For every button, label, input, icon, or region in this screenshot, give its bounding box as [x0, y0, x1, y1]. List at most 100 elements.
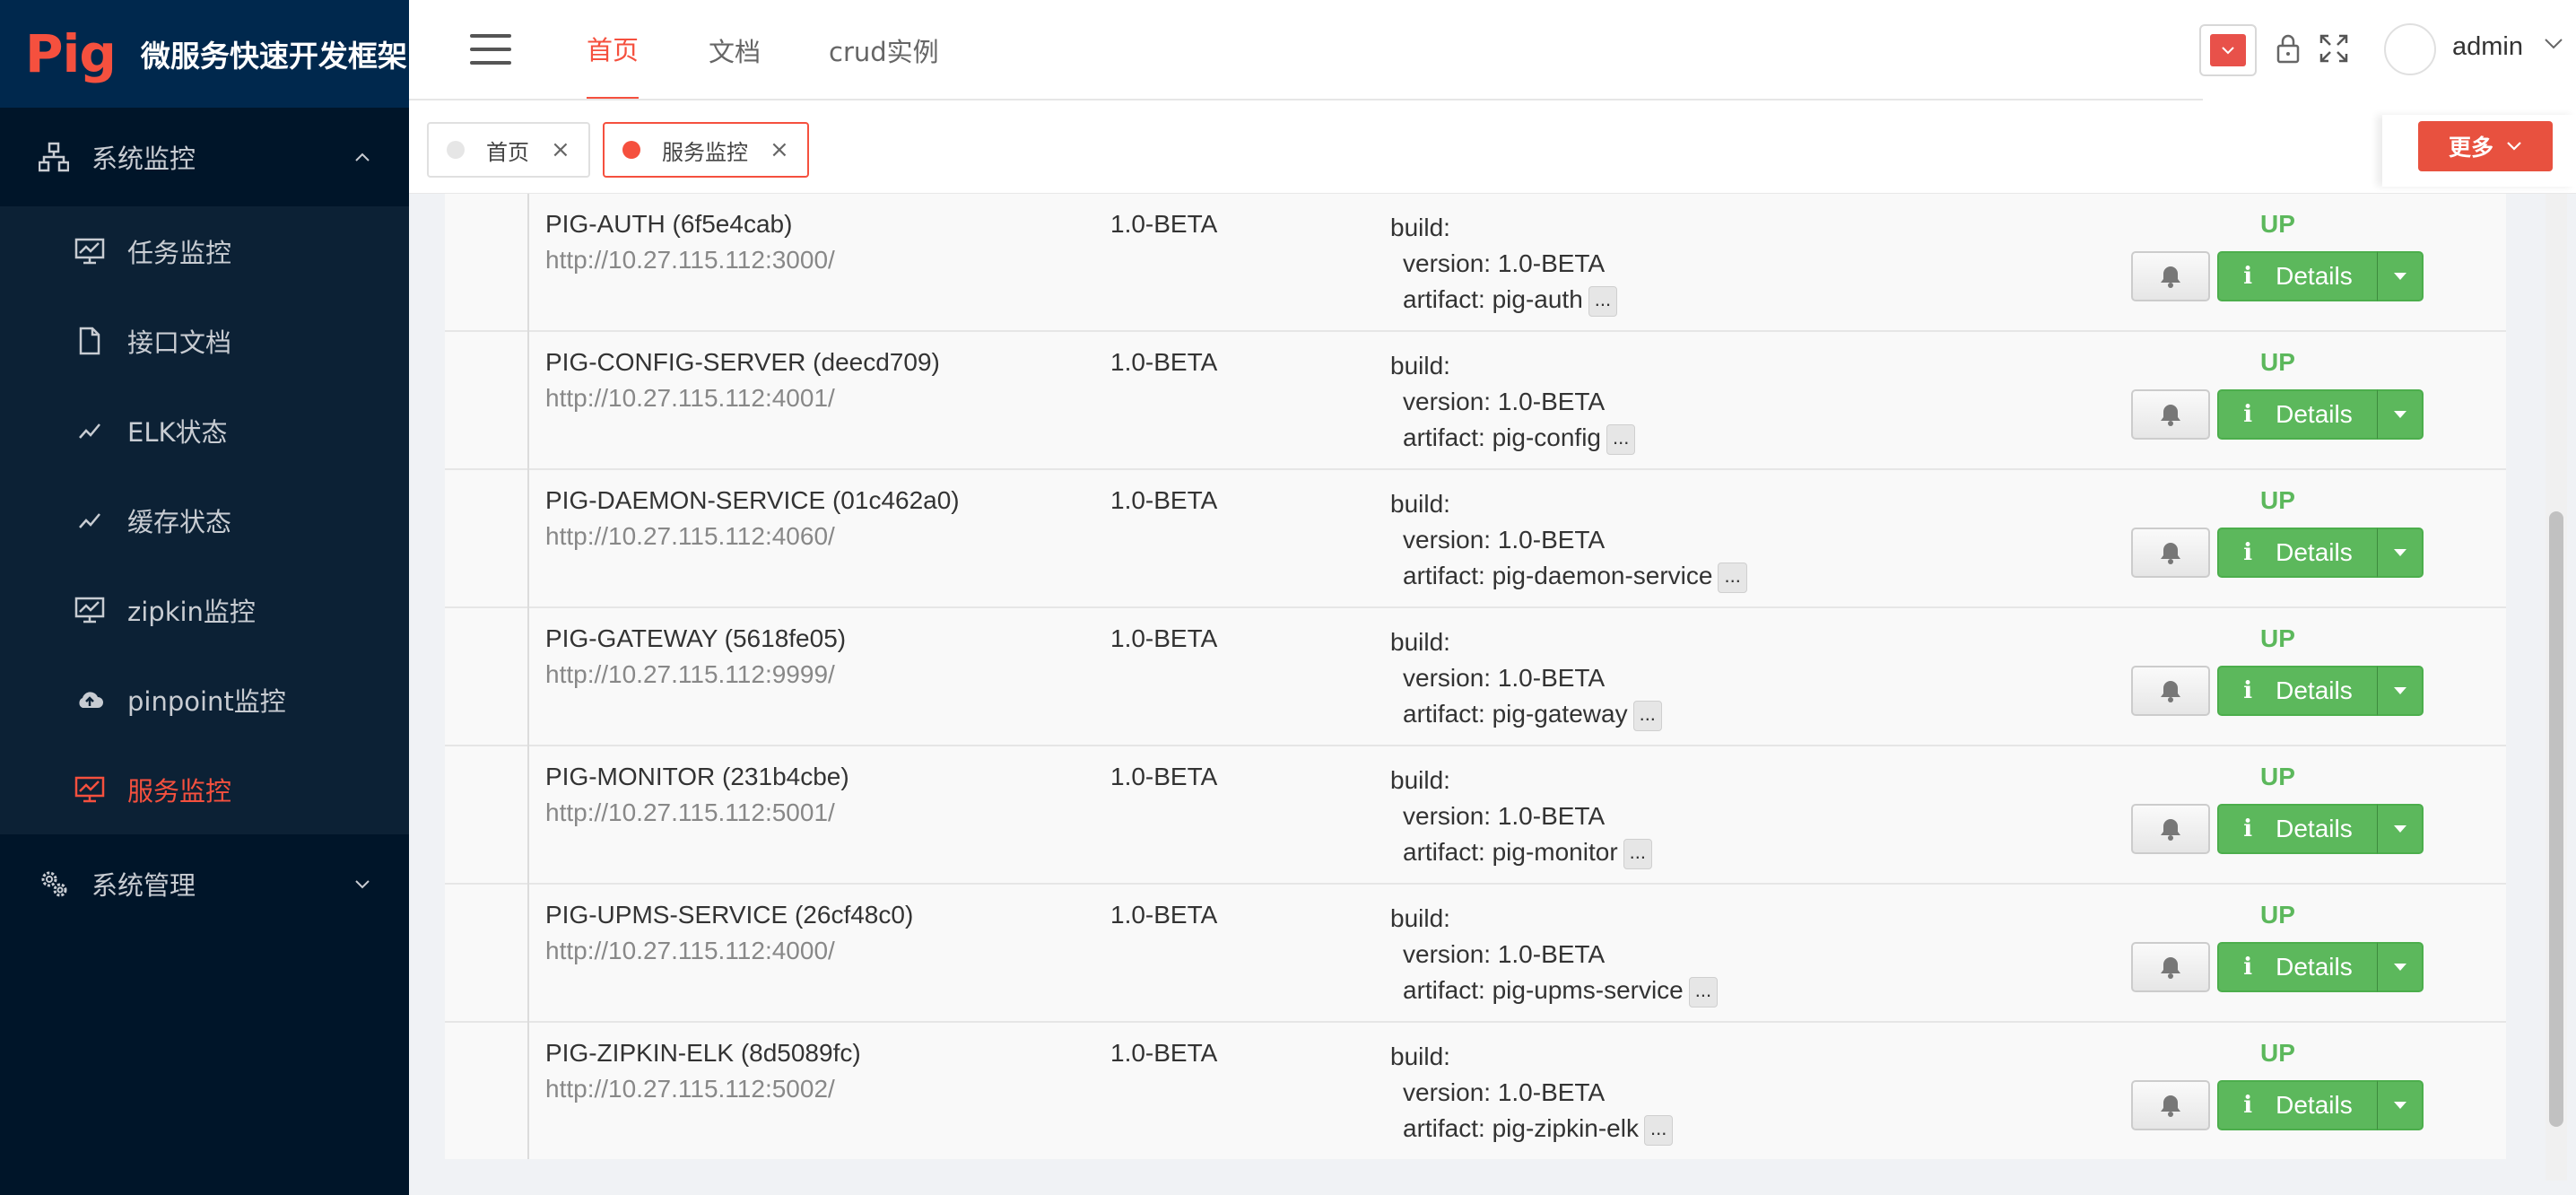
- build-info: build: version: 1.0-BETA artifact: pig-zip…: [1390, 1039, 1674, 1147]
- build-label: build:: [1390, 766, 1450, 794]
- notification-button[interactable]: [2131, 251, 2210, 301]
- expand-button[interactable]: ...: [1688, 976, 1719, 1007]
- sidebar-item-zipkin[interactable]: zipkin监控: [0, 565, 409, 655]
- notification-button[interactable]: [2131, 942, 2210, 992]
- service-url[interactable]: http://10.27.115.112:4060/: [545, 522, 835, 551]
- build-label: build:: [1390, 1042, 1450, 1070]
- scrollbar-thumb[interactable]: [2549, 511, 2563, 1127]
- expand-button[interactable]: ...: [1623, 838, 1652, 869]
- details-dropdown-button[interactable]: [2377, 666, 2424, 716]
- avatar[interactable]: [2384, 23, 2436, 75]
- details-dropdown-button[interactable]: [2377, 251, 2424, 301]
- details-dropdown-button[interactable]: [2377, 389, 2424, 440]
- sidebar-item-cache-status[interactable]: 缓存状态: [0, 475, 409, 565]
- tab-crud-example[interactable]: crud实例: [829, 0, 939, 100]
- service-url[interactable]: http://10.27.115.112:5002/: [545, 1075, 835, 1103]
- details-button[interactable]: i Details: [2217, 666, 2379, 716]
- service-url[interactable]: http://10.27.115.112:4001/: [545, 384, 835, 413]
- chevron-down-icon: [2222, 47, 2234, 55]
- logo[interactable]: Pig 微服务快速开发框架: [0, 0, 409, 108]
- monitor-chart-icon: [74, 235, 106, 267]
- details-dropdown-button[interactable]: [2377, 804, 2424, 854]
- expand-button[interactable]: ...: [1718, 562, 1747, 593]
- expand-button[interactable]: ...: [1606, 423, 1636, 455]
- build-version: version: 1.0-BETA: [1403, 249, 1606, 277]
- build-artifact-line: artifact: pig-upms-service...: [1390, 973, 1719, 1008]
- lock-icon[interactable]: [2275, 32, 2302, 65]
- menu-toggle-icon[interactable]: [470, 34, 511, 65]
- table-row: PIG-ZIPKIN-ELK (8d5089fc) http://10.27.11…: [445, 1023, 2506, 1159]
- notification-button[interactable]: [2131, 1080, 2210, 1130]
- status-badge: UP: [2260, 901, 2295, 929]
- sidebar-item-label: 任务监控: [127, 238, 232, 268]
- tag-service-monitor[interactable]: 服务监控 ×: [603, 122, 809, 178]
- row-left-cell: [445, 470, 529, 608]
- details-dropdown-button[interactable]: [2377, 1080, 2424, 1130]
- sidebar-group-label: 系统管理: [91, 870, 196, 901]
- service-version: 1.0-BETA: [1110, 210, 1218, 238]
- details-button[interactable]: i Details: [2217, 1080, 2379, 1130]
- sidebar-group-system-monitor[interactable]: 系统监控: [0, 108, 409, 206]
- build-label: build:: [1390, 214, 1450, 241]
- logo-mark: Pig: [25, 23, 117, 84]
- details-dropdown-button[interactable]: [2377, 942, 2424, 992]
- details-label: Details: [2276, 953, 2353, 981]
- sidebar-item-elk-status[interactable]: ELK状态: [0, 386, 409, 475]
- cloud-upload-icon: [74, 684, 106, 716]
- info-icon: i: [2243, 539, 2253, 566]
- tab-docs[interactable]: 文档: [709, 0, 761, 100]
- expand-button[interactable]: ...: [1632, 700, 1662, 731]
- status-badge: UP: [2260, 763, 2295, 790]
- fullscreen-icon[interactable]: [2318, 32, 2350, 65]
- details-button[interactable]: i Details: [2217, 251, 2379, 301]
- close-icon[interactable]: ×: [770, 136, 789, 163]
- details-dropdown-button[interactable]: [2377, 528, 2424, 578]
- row-left-cell: [445, 608, 529, 746]
- sidebar-item-api-docs[interactable]: 接口文档: [0, 296, 409, 386]
- details-button[interactable]: i Details: [2217, 389, 2379, 440]
- tab-home[interactable]: 首页: [587, 0, 640, 100]
- service-url[interactable]: http://10.27.115.112:4000/: [545, 937, 835, 965]
- service-url[interactable]: http://10.27.115.112:9999/: [545, 660, 835, 689]
- notification-button[interactable]: [2131, 528, 2210, 578]
- build-version: version: 1.0-BETA: [1403, 940, 1606, 968]
- service-url[interactable]: http://10.27.115.112:5001/: [545, 798, 835, 827]
- row-left-cell: [445, 746, 529, 885]
- sidebar-group-system-management[interactable]: 系统管理: [0, 834, 409, 933]
- build-version: version: 1.0-BETA: [1403, 526, 1606, 554]
- details-button[interactable]: i Details: [2217, 804, 2379, 854]
- user-name[interactable]: admin: [2452, 32, 2523, 62]
- expand-button[interactable]: ...: [1588, 285, 1618, 317]
- sidebar-item-service-monitor[interactable]: 服务监控: [0, 745, 409, 834]
- info-icon: i: [2243, 1092, 2253, 1119]
- details-button[interactable]: i Details: [2217, 942, 2379, 992]
- service-name: PIG-ZIPKIN-ELK (8d5089fc): [545, 1039, 861, 1067]
- details-label: Details: [2276, 400, 2353, 428]
- table-row: PIG-MONITOR (231b4cbe) http://10.27.115.1…: [445, 746, 2506, 885]
- caret-down-icon: [2393, 964, 2406, 971]
- tag-label: 服务监控: [662, 139, 748, 165]
- expand-button[interactable]: ...: [1643, 1114, 1674, 1146]
- caret-down-icon: [2393, 549, 2406, 556]
- sidebar-item-label: pinpoint监控: [127, 686, 286, 717]
- service-url[interactable]: http://10.27.115.112:3000/: [545, 246, 835, 275]
- sidebar-item-pinpoint[interactable]: pinpoint监控: [0, 655, 409, 745]
- build-artifact: artifact: pig-daemon-service: [1403, 562, 1713, 589]
- caret-down-icon: [2393, 825, 2406, 833]
- notification-button[interactable]: [2131, 666, 2210, 716]
- info-icon: i: [2243, 677, 2253, 704]
- notification-button[interactable]: [2131, 804, 2210, 854]
- bell-icon: [2161, 819, 2180, 841]
- theme-color-picker[interactable]: [2199, 24, 2257, 76]
- tag-home[interactable]: 首页 ×: [427, 122, 590, 178]
- service-name: PIG-UPMS-SERVICE (26cf48c0): [545, 901, 914, 929]
- sidebar-item-task-monitor[interactable]: 任务监控: [0, 206, 409, 296]
- details-button[interactable]: i Details: [2217, 528, 2379, 578]
- more-button[interactable]: 更多: [2418, 121, 2553, 171]
- sidebar-group-label: 系统监控: [91, 144, 196, 174]
- notification-button[interactable]: [2131, 389, 2210, 440]
- chevron-down-icon[interactable]: [2544, 38, 2563, 50]
- build-info: build: version: 1.0-BETA artifact: pig-upm…: [1390, 901, 1719, 1008]
- service-name: PIG-GATEWAY (5618fe05): [545, 624, 847, 652]
- close-icon[interactable]: ×: [551, 136, 570, 163]
